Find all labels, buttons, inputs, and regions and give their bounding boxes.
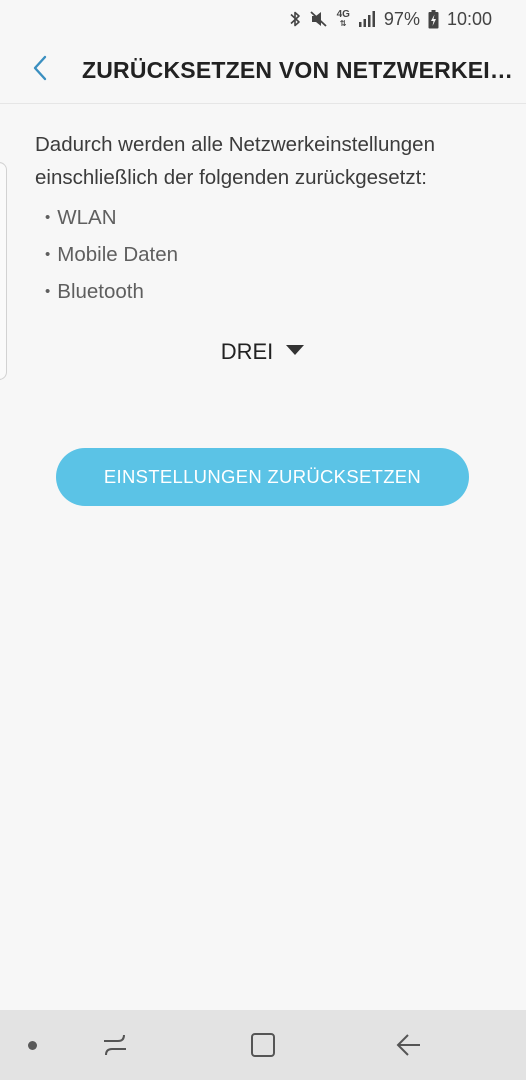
network-type: 4G ⇅: [336, 9, 350, 29]
back-arrow-icon[interactable]: [394, 1030, 424, 1060]
mute-icon: [309, 10, 329, 28]
nav-dot-icon[interactable]: [28, 1041, 37, 1050]
reset-items-list: • WLAN • Mobile Daten • Bluetooth: [35, 200, 495, 311]
sim-dropdown[interactable]: DREI: [0, 334, 526, 370]
list-item: • Bluetooth: [45, 280, 144, 303]
battery-percent: 97%: [383, 8, 420, 29]
signal-icon: [358, 10, 376, 28]
caret-down-icon: [285, 343, 305, 361]
list-item: • Mobile Daten: [45, 243, 179, 266]
page-title: ZURÜCKSETZEN VON NETZWERKEINSTELLUNGEN: [82, 57, 522, 83]
chevron-left-icon: [32, 55, 48, 86]
description-text: Dadurch werden alle Netzwerkeinstellunge…: [35, 133, 435, 189]
home-icon[interactable]: [248, 1030, 278, 1060]
status-bar: 4G ⇅ 97% 10:00: [0, 0, 526, 38]
app-bar: ZURÜCKSETZEN VON NETZWERKEINSTELLUNGEN: [0, 38, 526, 104]
bluetooth-icon: [289, 10, 301, 28]
battery-charging-icon: [428, 9, 439, 29]
clock: 10:00: [446, 8, 492, 29]
back-button[interactable]: [0, 38, 80, 104]
list-item: • WLAN: [45, 206, 117, 229]
recents-icon[interactable]: [100, 1030, 130, 1060]
reset-settings-button[interactable]: EINSTELLUNGEN ZURÜCKSETZEN: [56, 448, 469, 506]
sim-selected-value: DREI: [220, 339, 274, 364]
navigation-bar: [0, 1010, 526, 1080]
content: Dadurch werden alle Netzwerkeinstellunge…: [35, 128, 495, 311]
